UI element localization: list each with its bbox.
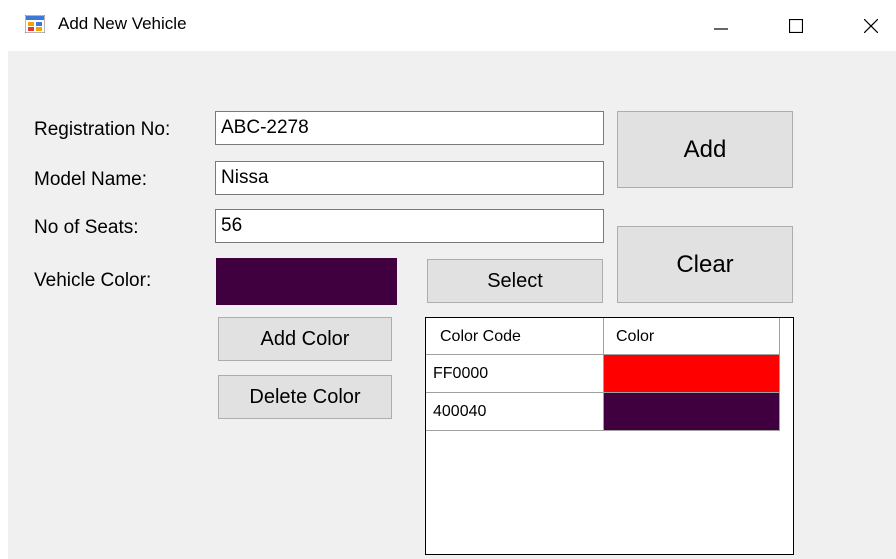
delete-color-button[interactable]: Delete Color: [218, 375, 392, 419]
clear-button[interactable]: Clear: [617, 226, 793, 303]
grid-header-color-code[interactable]: Color Code: [426, 318, 604, 355]
add-button[interactable]: Add: [617, 111, 793, 188]
model-name-input[interactable]: [215, 161, 604, 195]
maximize-button[interactable]: [766, 0, 826, 51]
maximize-icon: [789, 18, 803, 33]
app-form-icon: [25, 15, 45, 33]
close-button[interactable]: [841, 0, 896, 51]
grid-cell-color-code[interactable]: 400040: [426, 393, 604, 431]
grid-cell-color[interactable]: [604, 393, 780, 431]
close-icon: [864, 18, 878, 33]
grid-cell-color[interactable]: [604, 355, 780, 393]
minimize-icon: [714, 27, 728, 30]
vehicle-color-swatch: [216, 258, 397, 305]
registration-label: Registration No:: [34, 119, 171, 140]
window-title: Add New Vehicle: [58, 14, 187, 33]
grid-cell-color-code[interactable]: FF0000: [426, 355, 604, 393]
add-color-button[interactable]: Add Color: [218, 317, 392, 361]
vehicle-color-label: Vehicle Color:: [34, 270, 152, 291]
grid-header-color[interactable]: Color: [604, 318, 780, 355]
title-bar[interactable]: Add New Vehicle: [0, 0, 896, 51]
seats-input[interactable]: [215, 209, 604, 243]
model-name-label: Model Name:: [34, 169, 147, 190]
color-grid[interactable]: Color Code Color FF0000 400040: [425, 317, 794, 555]
seats-label: No of Seats:: [34, 217, 139, 238]
registration-input[interactable]: [215, 111, 604, 145]
select-color-button[interactable]: Select: [427, 259, 603, 303]
minimize-button[interactable]: [691, 0, 751, 51]
